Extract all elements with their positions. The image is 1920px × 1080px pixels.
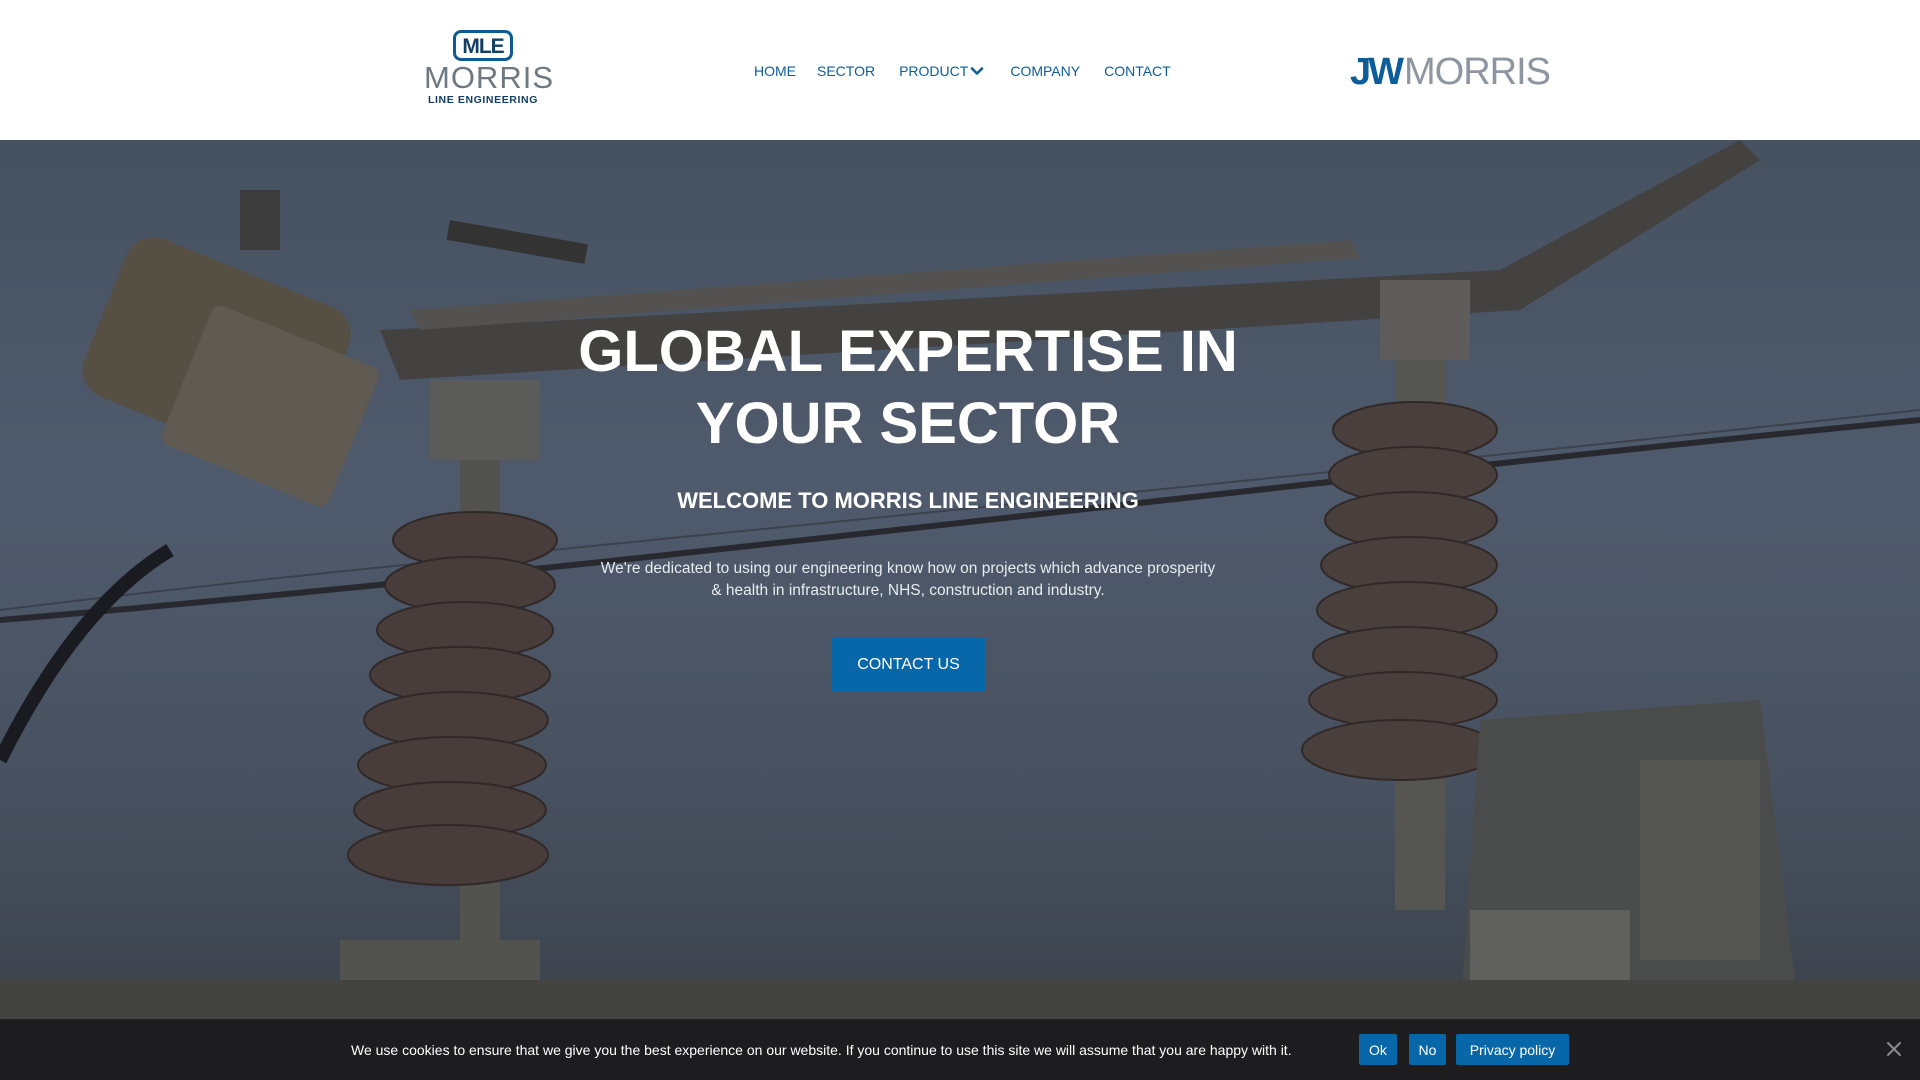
nav-home[interactable]: HOME [754, 63, 796, 79]
chevron-down-icon [971, 67, 984, 75]
privacy-policy-button[interactable]: Privacy policy [1456, 1034, 1569, 1065]
nav-company[interactable]: COMPANY [1010, 63, 1080, 79]
cookie-no-button[interactable]: No [1409, 1034, 1446, 1065]
jw-logo-mark: JW [1350, 51, 1404, 93]
mle-badge: MLE [453, 30, 513, 61]
hero-subtitle: WELCOME TO MORRIS LINE ENGINEERING [677, 488, 1139, 513]
contact-us-button[interactable]: CONTACT US [832, 638, 985, 692]
logo-subtitle: LINE ENGINEERING [428, 94, 538, 106]
jw-morris-logo[interactable]: JW MORRIS [1350, 50, 1551, 94]
hero-title: GLOBAL EXPERTISE IN YOUR SECTOR [578, 319, 1238, 456]
nav-sector[interactable]: SECTOR [817, 63, 875, 79]
nav-product-label: PRODUCT [899, 63, 969, 79]
main-nav: HOME SECTOR PRODUCT COMPANY CONTACT [754, 60, 1171, 82]
cookie-notice-text: We use cookies to ensure that we give yo… [351, 1042, 1292, 1058]
jw-logo-name: MORRIS [1404, 51, 1551, 93]
mle-badge-text: MLE [462, 35, 504, 58]
nav-product[interactable]: PRODUCT [899, 63, 984, 79]
morris-line-engineering-logo[interactable]: MLE MORRIS LINE ENGINEERING [424, 30, 554, 110]
hero-description: We're dedicated to using our engineering… [600, 560, 1216, 599]
logo-name: MORRIS [424, 60, 554, 95]
nav-contact[interactable]: CONTACT [1104, 63, 1171, 79]
hero-section: GLOBAL EXPERTISE IN YOUR SECTOR WELCOME … [0, 140, 1920, 1020]
cookie-ok-button[interactable]: Ok [1359, 1034, 1397, 1065]
site-header: MLE MORRIS LINE ENGINEERING HOME SECTOR … [0, 0, 1920, 140]
cookie-consent-bar: We use cookies to ensure that we give yo… [0, 1019, 1920, 1080]
close-icon[interactable] [1884, 1039, 1904, 1059]
